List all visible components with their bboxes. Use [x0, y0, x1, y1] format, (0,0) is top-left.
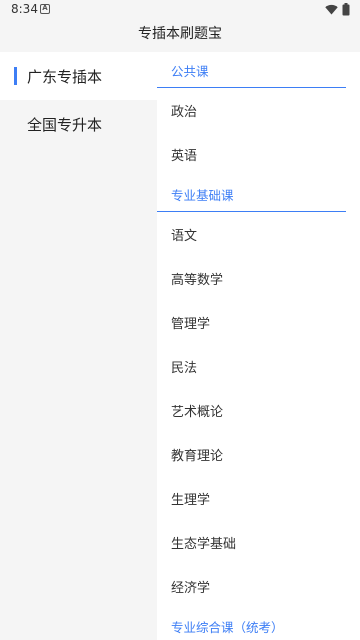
- status-bar: 8:34 A: [0, 0, 360, 20]
- wifi-icon: [325, 4, 338, 15]
- section-title: 专业基础课: [171, 188, 234, 203]
- section-header-public: 公共课: [157, 52, 346, 88]
- sidebar-item-guangdong[interactable]: 广东专插本: [0, 52, 157, 100]
- list-item[interactable]: 政治: [157, 88, 360, 132]
- section-header-basic: 专业基础课: [157, 176, 346, 212]
- list-item[interactable]: 英语: [157, 132, 360, 176]
- notification-icon: A: [40, 4, 50, 14]
- active-indicator: [14, 67, 17, 85]
- list-item[interactable]: 管理学: [157, 300, 360, 344]
- list-item[interactable]: 生态学基础: [157, 520, 360, 564]
- sidebar-item-label: 广东专插本: [27, 67, 103, 86]
- course-list: 公共课 政治 英语 专业基础课 语文 高等数学 管理学 民法 艺术概论 教育理论…: [157, 52, 360, 640]
- sidebar-item-label: 全国专升本: [27, 115, 103, 134]
- section-title: 公共课: [171, 64, 209, 79]
- status-icons: [325, 3, 350, 16]
- list-item[interactable]: 生理学: [157, 476, 360, 520]
- section-title: 专业综合课（统考）: [171, 620, 284, 635]
- list-item[interactable]: 经济学: [157, 564, 360, 608]
- app-bar: 专插本刷题宝: [0, 20, 360, 52]
- status-time: 8:34: [11, 2, 38, 16]
- page-title: 专插本刷题宝: [138, 26, 222, 42]
- battery-icon: [342, 3, 350, 16]
- list-item[interactable]: 艺术概论: [157, 388, 360, 432]
- list-item[interactable]: 教育理论: [157, 432, 360, 476]
- section-header-comprehensive: 专业综合课（统考）: [157, 608, 346, 640]
- sidebar-item-national[interactable]: 全国专升本: [0, 100, 157, 148]
- list-item[interactable]: 民法: [157, 344, 360, 388]
- sidebar: 广东专插本 全国专升本: [0, 52, 157, 640]
- list-item[interactable]: 语文: [157, 212, 360, 256]
- list-item[interactable]: 高等数学: [157, 256, 360, 300]
